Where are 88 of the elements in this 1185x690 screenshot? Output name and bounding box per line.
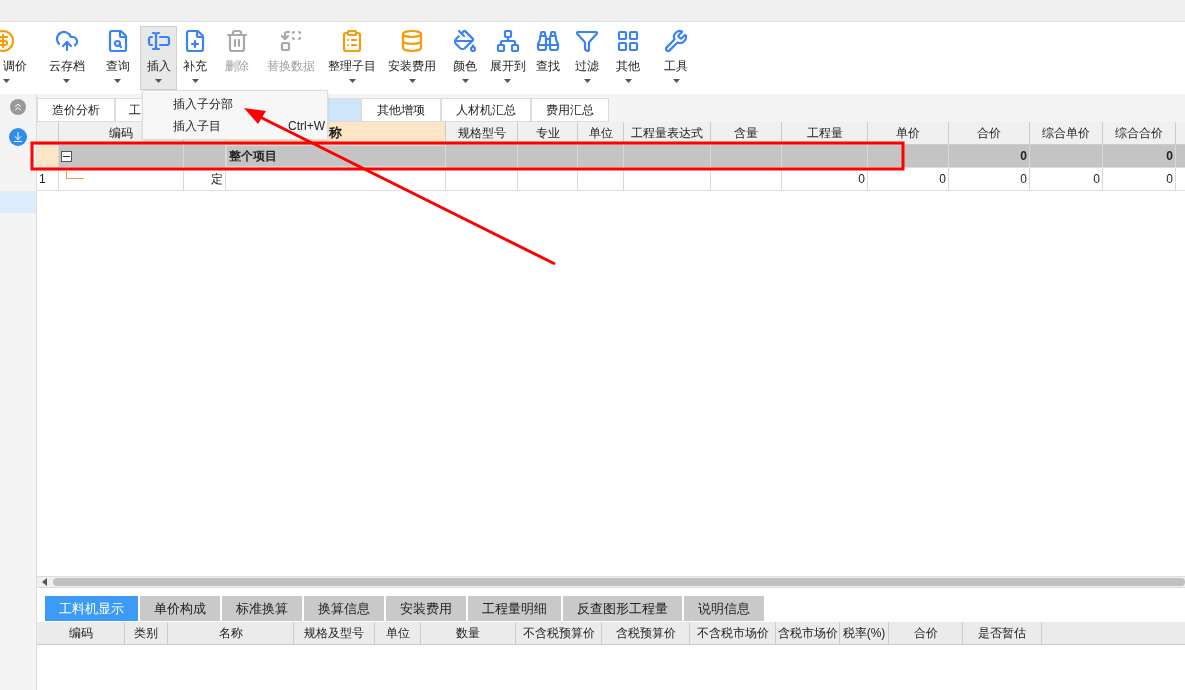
column-header: 综合合价 (1103, 122, 1176, 144)
table-cell-text: 0 (1093, 171, 1100, 188)
column-header: 编码 (37, 622, 125, 644)
clipboard-icon (340, 29, 364, 53)
filter-icon (575, 29, 599, 53)
trash-icon (224, 29, 249, 53)
toolbar-button[interactable]: 展开到 (488, 26, 527, 90)
table-cell-text: 0 (939, 171, 946, 188)
tab[interactable]: 工程量明细 (468, 596, 561, 621)
toolbar-button[interactable]: 整理子目 (322, 26, 382, 90)
table-cell-text: 整个项目 (229, 148, 277, 165)
toolbar-button[interactable]: 过滤 (568, 26, 606, 90)
table-cell-text: 0 (1166, 148, 1173, 165)
caret-icon (504, 79, 511, 83)
horizontal-scrollbar[interactable] (53, 578, 1185, 586)
toolbar-button[interactable]: 查询 (95, 26, 140, 90)
caret-icon (348, 79, 356, 83)
table-row[interactable]: 整个项目 0 0 (37, 145, 1185, 168)
column-header: 不含税市场价 (690, 622, 776, 644)
table-cell-text: 定 (211, 171, 223, 188)
tab[interactable]: 换算信息 (304, 596, 384, 621)
column-header: 是否暂估 (963, 622, 1042, 644)
collapse-toggle-icon[interactable] (61, 150, 72, 162)
caret-icon (114, 79, 121, 83)
swap-icon (279, 29, 303, 53)
wrench-icon (664, 29, 688, 53)
column-header: 工程量表达式 (624, 122, 711, 144)
table-cell-text: 0 (1020, 148, 1027, 165)
collapse-icon[interactable] (10, 99, 26, 115)
caret-icon (408, 79, 416, 83)
column-header: 名称 (168, 622, 294, 644)
toolbar-button[interactable]: 查找 (527, 26, 568, 90)
caret-icon (155, 79, 162, 83)
network-icon (495, 29, 520, 53)
tab[interactable]: 说明信息 (684, 596, 764, 621)
table-cell-text: 1 (39, 171, 46, 188)
column-header: 合价 (889, 622, 963, 644)
toolbar-button[interactable]: 颜色 (442, 26, 488, 90)
caret-icon (191, 79, 199, 83)
column-header: 合价 (949, 122, 1030, 144)
column-header: 数量 (421, 622, 516, 644)
paint-bucket-icon (453, 29, 477, 53)
column-header: 含量 (711, 122, 782, 144)
tab[interactable]: 安装费用 (386, 596, 466, 621)
column-header: 综合单价 (1030, 122, 1103, 144)
toolbar-button[interactable]: 其他 (606, 26, 650, 90)
column-header: 不含税预算价 (516, 622, 602, 644)
download-icon[interactable] (9, 128, 27, 146)
binoculars-icon (535, 29, 560, 53)
toolbar-button[interactable]: 安装费用 (382, 26, 442, 90)
toolbar-button[interactable]: 调价 (0, 26, 38, 90)
document-plus-icon (183, 29, 207, 53)
tab[interactable]: 单价构成 (140, 596, 220, 621)
tab[interactable]: 其他增项 (361, 98, 441, 122)
column-header: 工程量 (782, 122, 868, 144)
toolbar-button[interactable]: 云存档 (38, 26, 95, 90)
column-header: 含税预算价 (602, 622, 690, 644)
cloud-upload-icon (54, 29, 79, 53)
column-header: 税率(%) (840, 622, 889, 644)
column-header: 含税市场价 (776, 622, 840, 644)
grid-icon (616, 29, 640, 53)
scroll-left-icon[interactable] (41, 578, 49, 586)
database-icon (400, 29, 424, 53)
caret-icon (3, 79, 10, 83)
tab[interactable]: 人材机汇总 (441, 98, 531, 122)
column-header: 单位 (375, 622, 421, 644)
tree-line-icon (66, 171, 84, 179)
tab[interactable]: 反查图形工程量 (563, 596, 682, 621)
caret-icon (672, 79, 680, 83)
tab[interactable]: 标准换算 (222, 596, 302, 621)
column-header: 专业 (518, 122, 578, 144)
table-cell-text: 0 (1166, 171, 1173, 188)
table-cell-text: 0 (1020, 171, 1027, 188)
tab[interactable]: 费用汇总 (531, 98, 609, 122)
toolbar-button[interactable]: 工具 (650, 26, 702, 90)
caret-icon (63, 79, 70, 83)
caret-icon (461, 79, 469, 83)
toolbar-button[interactable]: 补充 (177, 26, 213, 90)
column-header: 规格及型号 (294, 622, 375, 644)
tab[interactable]: 造价分析 (37, 98, 115, 122)
table-cell-text: 0 (858, 171, 865, 188)
caret-icon (624, 79, 632, 83)
caret-icon (583, 79, 591, 83)
column-header: 单位 (578, 122, 624, 144)
column-header: 单价 (868, 122, 949, 144)
toolbar-button[interactable]: 插入 (140, 26, 177, 90)
column-header: 类别 (125, 622, 168, 644)
column-header: 规格型号 (446, 122, 518, 144)
